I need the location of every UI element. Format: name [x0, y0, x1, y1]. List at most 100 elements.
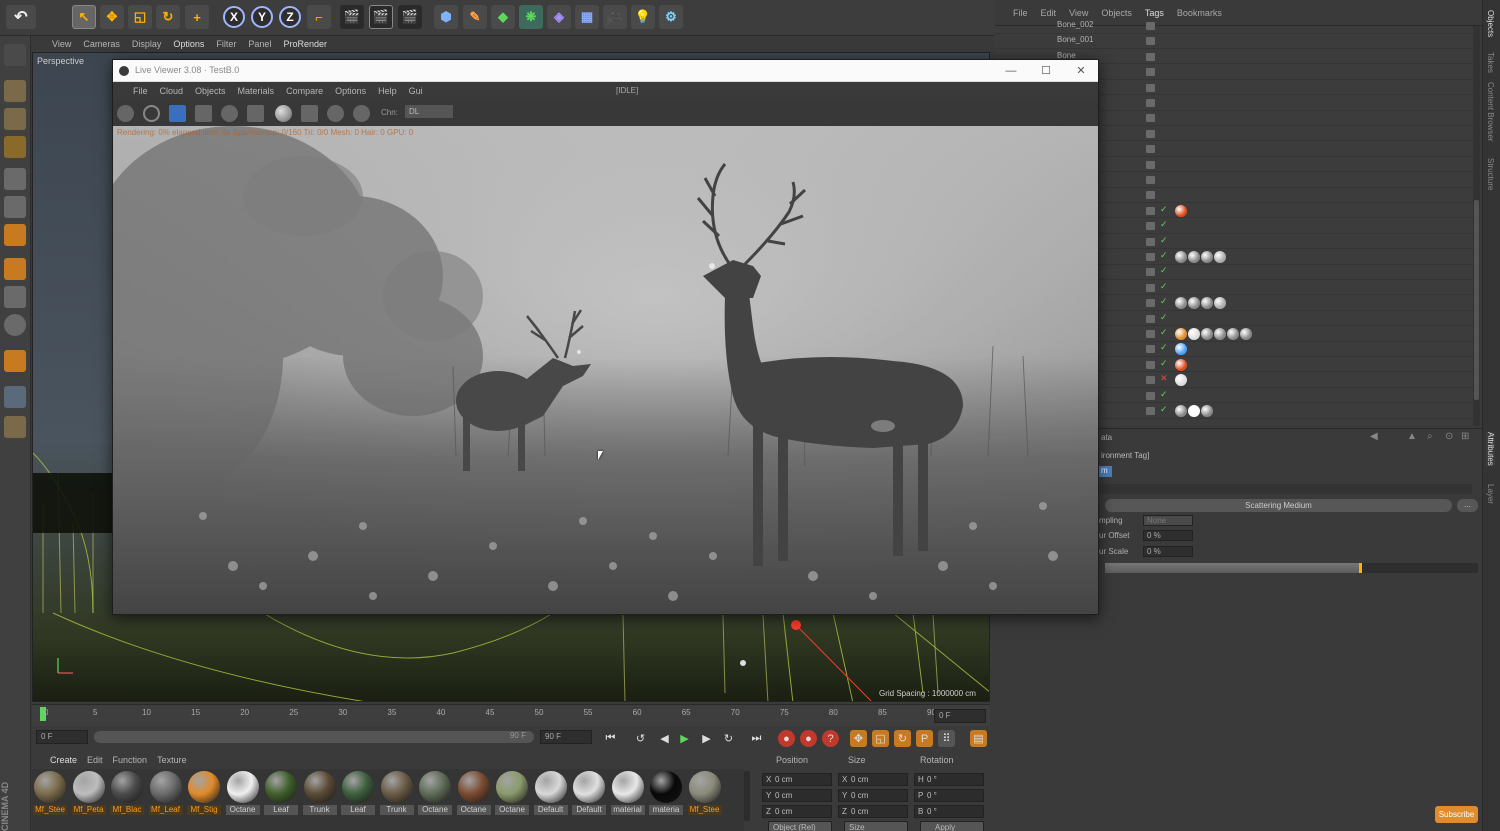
end-frame-field[interactable]: 90 F — [540, 730, 592, 744]
layer-checkbox[interactable] — [1146, 68, 1155, 77]
layer-checkbox[interactable] — [1146, 83, 1155, 92]
size-field[interactable]: X0 cm — [838, 773, 908, 786]
settings-icon[interactable] — [221, 105, 238, 122]
material-tag-icon[interactable] — [1214, 297, 1226, 310]
search-icon[interactable]: ⌕ — [1427, 431, 1433, 442]
enabled-check-icon[interactable]: ✓ — [1160, 312, 1168, 323]
focus-picker-icon[interactable] — [327, 105, 344, 122]
lv-menu-objects[interactable]: Objects — [195, 86, 226, 96]
material-tag-icon[interactable] — [1188, 297, 1200, 310]
texture-mode-icon[interactable] — [4, 136, 26, 158]
material-swatch[interactable]: Mf_Blac — [110, 771, 144, 817]
lv-menu-file[interactable]: File — [133, 86, 148, 96]
record-icon[interactable]: ● — [778, 730, 795, 747]
layer-checkbox[interactable] — [1146, 330, 1155, 338]
polygons-mode-icon[interactable] — [4, 224, 26, 246]
material-tag-icon[interactable] — [1201, 328, 1213, 340]
layer-checkbox[interactable] — [1146, 253, 1155, 261]
om-menu-bookmarks[interactable]: Bookmarks — [1177, 8, 1222, 18]
viewport-menu-view[interactable]: View — [52, 39, 71, 49]
om-menu-view[interactable]: View — [1069, 8, 1088, 18]
previous-frame-icon[interactable]: ◀ — [656, 730, 673, 747]
play-forward-icon[interactable]: ▶ — [676, 730, 693, 747]
material-swatch[interactable]: Mf_Peta — [71, 771, 106, 817]
next-key-icon[interactable]: ↻ — [720, 730, 737, 747]
layer-checkbox[interactable] — [1146, 114, 1155, 123]
enabled-check-icon[interactable]: ✓ — [1160, 327, 1168, 338]
tab-takes[interactable]: Takes — [1486, 52, 1495, 73]
enabled-check-icon[interactable]: ✓ — [1160, 219, 1168, 230]
lv-menu-cloud[interactable]: Cloud — [160, 86, 184, 96]
layer-checkbox[interactable] — [1146, 22, 1155, 30]
lv-menu-help[interactable]: Help — [378, 86, 397, 96]
coordinate-system-icon[interactable]: ⌐ — [307, 5, 331, 29]
material-swatch[interactable]: Trunk — [379, 771, 414, 817]
position-field[interactable]: Z 0 cm — [762, 805, 832, 818]
material-menu-function[interactable]: Function — [113, 755, 148, 765]
size-mode-select[interactable]: Size — [844, 821, 908, 831]
scattering-medium-button[interactable]: Scattering Medium — [1105, 499, 1452, 512]
previous-key-icon[interactable]: ↺ — [632, 730, 649, 747]
layer-checkbox[interactable] — [1146, 37, 1155, 46]
material-tag-icon[interactable] — [1188, 328, 1200, 340]
rotation-field[interactable]: B0 ° — [914, 805, 984, 818]
cube-icon[interactable]: ⬢ — [434, 5, 458, 29]
points-mode-icon[interactable] — [4, 168, 26, 190]
go-to-end-icon[interactable]: ⏭ — [748, 730, 765, 747]
pen-spline-icon[interactable]: ✎ — [463, 5, 487, 29]
start-frame-field[interactable]: 0 F — [36, 730, 88, 744]
object-row[interactable]: Bone_002 — [995, 18, 1475, 34]
new-panel-icon[interactable]: ⊞ — [1461, 431, 1469, 442]
autokey-icon[interactable]: ● — [800, 730, 817, 747]
lock-resolution-icon[interactable] — [247, 105, 264, 122]
scattering-more-button[interactable]: ... — [1457, 499, 1478, 512]
enabled-check-icon[interactable]: ✓ — [1160, 389, 1168, 400]
layer-checkbox[interactable] — [1146, 407, 1155, 415]
z-axis-lock-button[interactable]: Z — [279, 6, 301, 28]
camera-icon[interactable]: 🎥 — [603, 5, 627, 29]
enabled-check-icon[interactable]: ✓ — [1160, 265, 1168, 276]
channel-select[interactable]: DL — [405, 105, 453, 118]
make-editable-icon[interactable] — [4, 80, 26, 102]
close-icon[interactable]: ✕ — [1072, 63, 1090, 79]
render-picture-viewer-icon[interactable]: 🎬 — [369, 5, 393, 29]
lv-menu-gui[interactable]: Gui — [409, 86, 423, 96]
octane-icon[interactable]: ⚙ — [659, 5, 683, 29]
locked-workplane-icon[interactable] — [4, 386, 26, 408]
lv-menu-compare[interactable]: Compare — [286, 86, 323, 96]
pause-render-icon[interactable] — [169, 105, 186, 122]
material-swatch[interactable]: Mf_Stee — [687, 771, 722, 817]
layer-checkbox[interactable] — [1146, 222, 1155, 231]
move-icon[interactable]: ✥ — [100, 5, 124, 29]
layer-checkbox[interactable] — [1146, 176, 1155, 184]
axis-mode-icon[interactable] — [4, 258, 26, 280]
material-tag-icon[interactable] — [1201, 251, 1213, 263]
render-view-icon[interactable]: 🎬 — [340, 5, 364, 29]
size-field[interactable]: Y0 cm — [838, 789, 908, 802]
material-swatch[interactable]: Mf_Stig — [187, 771, 221, 817]
material-scrollbar[interactable] — [744, 771, 750, 821]
layer-checkbox[interactable] — [1146, 376, 1155, 385]
material-swatch[interactable]: material — [610, 771, 645, 817]
layer-checkbox[interactable] — [1146, 360, 1155, 369]
key-scale-icon[interactable]: ◱ — [872, 730, 889, 747]
material-swatch[interactable]: materia — [649, 771, 683, 817]
key-position-icon[interactable]: ✥ — [850, 730, 867, 747]
render-output[interactable]: Rendering: 0% elapsed time: 0s Spp/maxsp… — [113, 126, 1098, 614]
lock-icon[interactable]: ⊙ — [1445, 431, 1453, 442]
tab-structure[interactable]: Structure — [1486, 158, 1495, 190]
viewport-solo-icon[interactable] — [4, 44, 26, 66]
material-tag-icon[interactable] — [1201, 297, 1213, 310]
material-swatch[interactable]: Octane — [225, 771, 260, 817]
planar-workplane-icon[interactable] — [4, 416, 26, 438]
material-swatch[interactable]: Mf_Leaf — [148, 771, 183, 817]
material-tag-icon[interactable] — [1214, 251, 1226, 263]
enabled-check-icon[interactable]: ✓ — [1160, 250, 1168, 261]
go-to-start-icon[interactable]: ⏮ — [602, 730, 619, 747]
layer-checkbox[interactable] — [1146, 345, 1155, 354]
layer-checkbox[interactable] — [1146, 99, 1155, 107]
material-menu-texture[interactable]: Texture — [157, 755, 187, 765]
object-manager-scroll-thumb[interactable] — [1474, 200, 1479, 400]
workplane-icon[interactable] — [4, 350, 26, 372]
scheme-icon[interactable]: ▤ — [970, 730, 987, 747]
